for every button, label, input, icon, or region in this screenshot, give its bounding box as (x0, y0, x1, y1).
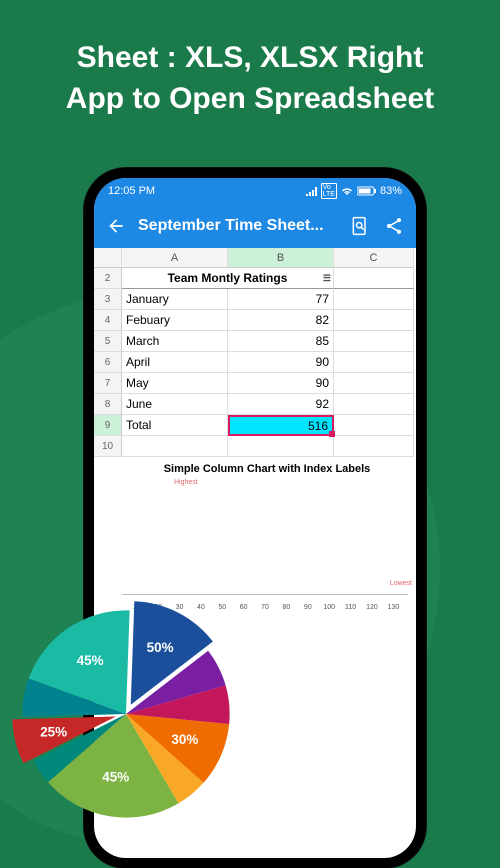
cell[interactable]: March (122, 331, 228, 352)
document-title: September Time Sheet... (138, 217, 338, 235)
table-row: 7May90 (94, 373, 416, 394)
row-header[interactable]: 4 (94, 310, 122, 331)
annotation-highest: Highest (174, 479, 198, 486)
row-header[interactable]: 6 (94, 352, 122, 373)
battery-icon (357, 186, 377, 196)
cell[interactable] (334, 436, 414, 457)
cell[interactable]: January (122, 289, 228, 310)
pie-label: 25% (40, 724, 67, 739)
chart-baseline (122, 594, 408, 595)
pie-chart: 45% 50% 30% 45% 25% (12, 600, 240, 828)
volte-icon: VoLTE (321, 183, 337, 199)
cell[interactable] (334, 373, 414, 394)
share-button[interactable] (382, 214, 406, 238)
column-headers: A B C (94, 248, 416, 268)
cell[interactable]: April (122, 352, 228, 373)
cell[interactable] (334, 394, 414, 415)
col-header-c[interactable]: C (334, 248, 414, 268)
search-in-page-icon (350, 216, 370, 236)
selected-cell[interactable]: 516 (228, 415, 334, 436)
chart-title: Simple Column Chart with Index Labels (122, 461, 412, 481)
pie-label: 45% (102, 770, 129, 785)
cell[interactable]: 92 (228, 394, 334, 415)
table-row: 9Total516 (94, 415, 416, 436)
arrow-left-icon (106, 216, 126, 236)
cell[interactable] (228, 436, 334, 457)
cell[interactable] (334, 310, 414, 331)
table-row: 5March85 (94, 331, 416, 352)
find-button[interactable] (348, 214, 372, 238)
bar-chart-bars (126, 495, 404, 595)
x-tick: 70 (254, 604, 275, 611)
x-tick: 80 (276, 604, 297, 611)
status-time: 12:05 PM (108, 185, 155, 197)
row-header[interactable]: 2 (94, 268, 122, 289)
share-icon (384, 216, 404, 236)
cell[interactable]: Total (122, 415, 228, 436)
col-header-b[interactable]: B (228, 248, 334, 268)
pie-label: 30% (171, 732, 198, 747)
cell[interactable]: 90 (228, 373, 334, 394)
filter-icon[interactable]: ☰ (323, 273, 331, 284)
corner-cell[interactable] (94, 248, 122, 268)
cell[interactable]: Febuary (122, 310, 228, 331)
pie-label: 45% (77, 653, 104, 668)
row-header[interactable]: 8 (94, 394, 122, 415)
cell[interactable]: 82 (228, 310, 334, 331)
status-indicators: VoLTE 83% (306, 183, 402, 199)
back-button[interactable] (104, 214, 128, 238)
spreadsheet[interactable]: A B C 2Team Montly Ratings☰3January774Fe… (94, 248, 416, 611)
wifi-icon (340, 186, 354, 196)
cell[interactable]: 77 (228, 289, 334, 310)
row-header[interactable]: 10 (94, 436, 122, 457)
table-row: 4Febuary82 (94, 310, 416, 331)
promo-headline: Sheet : XLS, XLSX Right App to Open Spre… (0, 38, 500, 119)
x-tick: 90 (297, 604, 318, 611)
cell[interactable] (334, 415, 414, 436)
status-bar: 12:05 PM VoLTE 83% (94, 178, 416, 204)
embedded-chart: Simple Column Chart with Index Labels Hi… (94, 461, 416, 611)
cell[interactable] (334, 352, 414, 373)
cell[interactable] (334, 331, 414, 352)
x-tick: 130 (383, 604, 404, 611)
app-bar: September Time Sheet... (94, 204, 416, 248)
table-row: 8June92 (94, 394, 416, 415)
battery-percent: 83% (380, 185, 402, 197)
headline-line2: App to Open Spreadsheet (66, 82, 434, 115)
col-header-a[interactable]: A (122, 248, 228, 268)
x-tick: 120 (361, 604, 382, 611)
row-header[interactable]: 9 (94, 415, 122, 436)
cell[interactable] (334, 268, 414, 289)
cell[interactable]: June (122, 394, 228, 415)
table-row: 3January77 (94, 289, 416, 310)
row-header[interactable]: 3 (94, 289, 122, 310)
table-row: 2Team Montly Ratings☰ (94, 268, 416, 289)
row-header[interactable]: 5 (94, 331, 122, 352)
cell[interactable] (122, 436, 228, 457)
pie-label: 50% (147, 640, 174, 655)
table-row: 10 (94, 436, 416, 457)
x-tick: 110 (340, 604, 361, 611)
row-header[interactable]: 7 (94, 373, 122, 394)
x-tick: 100 (319, 604, 340, 611)
title-cell[interactable]: Team Montly Ratings☰ (122, 268, 334, 289)
table-row: 6April90 (94, 352, 416, 373)
cell[interactable]: 90 (228, 352, 334, 373)
signal-icon (306, 186, 318, 196)
cell[interactable]: 85 (228, 331, 334, 352)
cell[interactable] (334, 289, 414, 310)
cell[interactable]: May (122, 373, 228, 394)
headline-line1: Sheet : XLS, XLSX Right (77, 41, 424, 74)
